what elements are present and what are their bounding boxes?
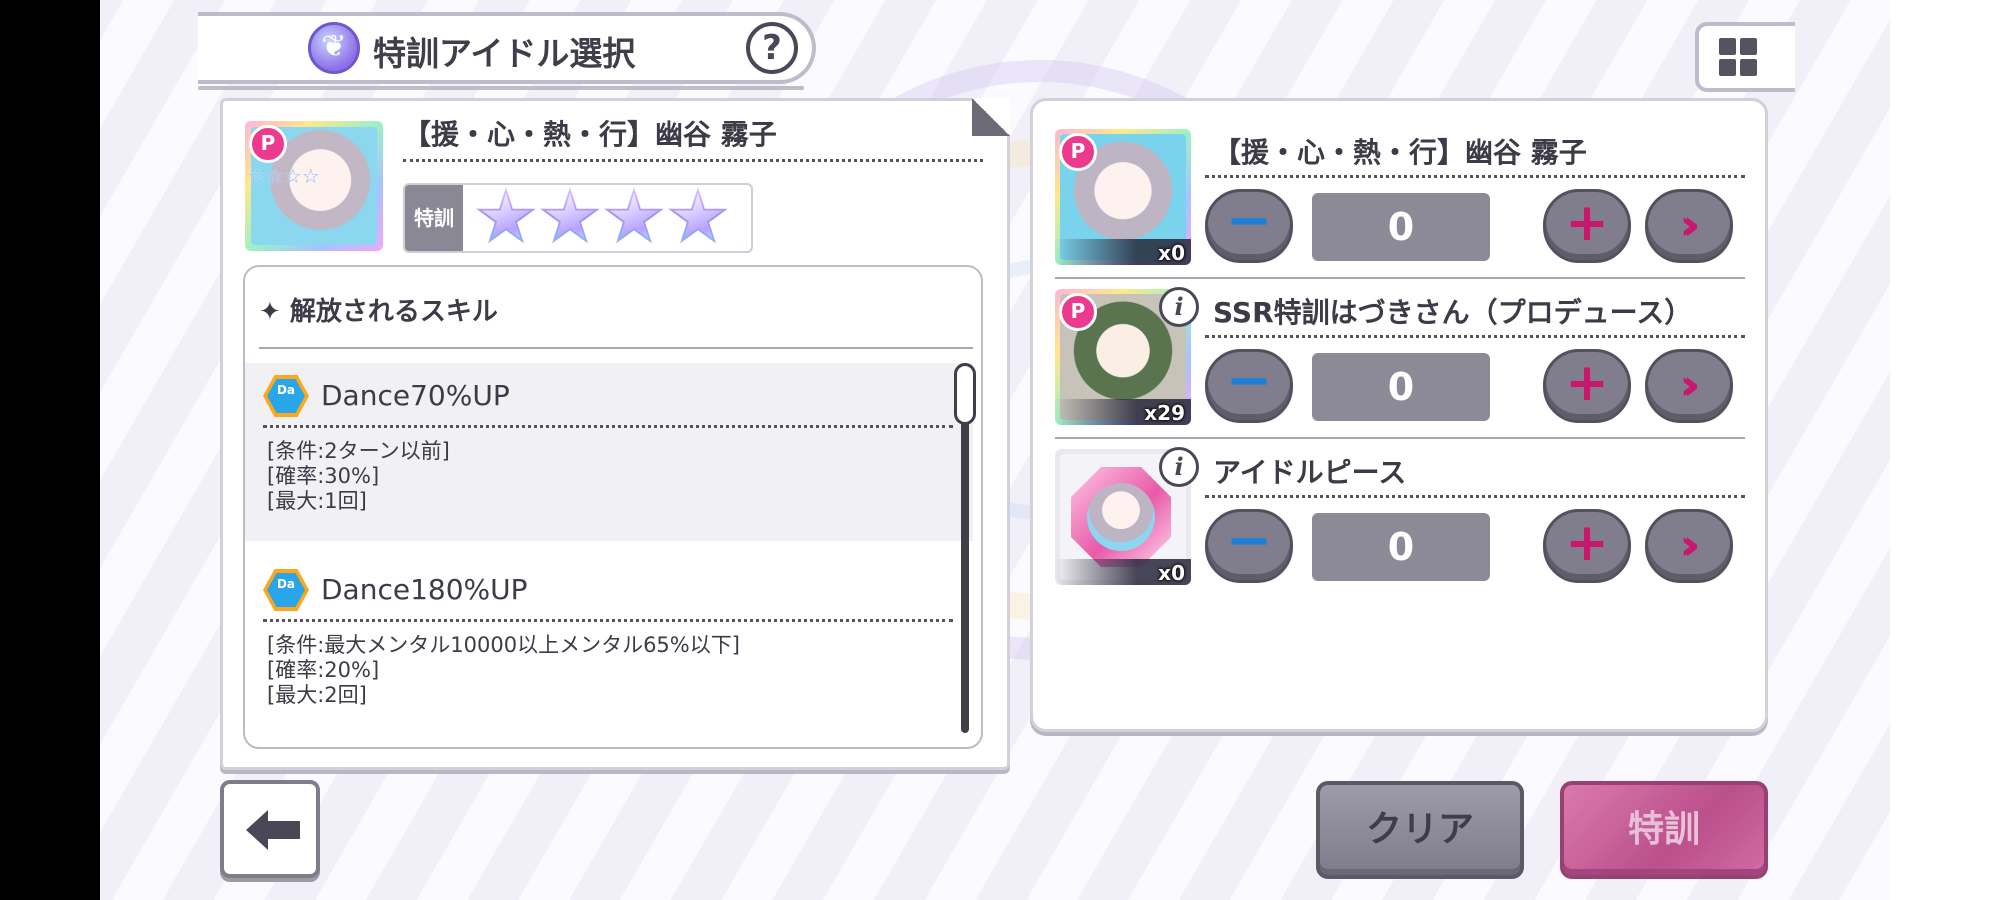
skill-max-uses: [最大:2回] — [267, 683, 367, 707]
training-star-icon — [604, 187, 664, 244]
increase-button[interactable]: + — [1543, 509, 1631, 583]
info-icon[interactable]: i — [1159, 447, 1199, 487]
produce-badge: P — [249, 125, 287, 163]
minus-icon: − — [1225, 348, 1273, 413]
training-star-icon — [540, 187, 600, 244]
decrease-button[interactable]: − — [1205, 189, 1293, 263]
help-button[interactable]: ? — [746, 22, 798, 74]
material-name: SSR特訓はづきさん（プロデュース） — [1213, 296, 1693, 329]
skill-name: Dance70%UP — [321, 379, 510, 412]
training-rank-box: 特訓 — [403, 183, 753, 253]
back-button[interactable] — [220, 780, 320, 878]
unlocked-skills-box: ✦ 解放されるスキル Dance70%UP [条件:2ターン以前] [確率:30… — [243, 265, 983, 749]
material-row: x0 i アイドルピース − 0 + ›› — [1055, 447, 1745, 591]
back-arrow-icon — [246, 810, 300, 850]
skills-scrollbar-thumb[interactable] — [954, 363, 976, 425]
produce-badge: P — [1059, 133, 1097, 171]
screen: ❦ 特訓アイドル選択 ? P ☆☆☆☆ 【援・心・熱・行】幽谷 霧子 特訓 — [0, 0, 2000, 900]
divider — [1055, 277, 1745, 279]
dance-up-icon — [263, 375, 309, 417]
increase-button[interactable]: + — [1543, 349, 1631, 423]
selected-card-name: 【援・心・熱・行】幽谷 霧子 — [403, 118, 777, 151]
skill-condition: [条件:最大メンタル10000以上メンタル65%以下] — [267, 633, 740, 657]
material-name: アイドルピース — [1213, 456, 1407, 489]
divider — [1205, 495, 1745, 498]
rarity-stars: ☆☆☆☆ — [248, 165, 320, 187]
game-area: ❦ 特訓アイドル選択 ? P ☆☆☆☆ 【援・心・熱・行】幽谷 霧子 特訓 — [100, 0, 1890, 900]
max-button[interactable]: ›› — [1645, 189, 1733, 263]
info-icon[interactable]: i — [1159, 287, 1199, 327]
skills-header: ✦ 解放されるスキル — [259, 297, 498, 327]
screen-right-margin — [1890, 0, 2000, 900]
training-star-icon — [668, 187, 728, 244]
skill-condition: [条件:2ターン以前] — [267, 439, 450, 463]
double-chevron-right-icon: ›› — [1679, 360, 1701, 409]
training-label: 特訓 — [405, 185, 463, 251]
title-bar: ❦ 特訓アイドル選択 ? — [198, 12, 816, 90]
skill-max-uses: [最大:1回] — [267, 489, 367, 513]
divider — [259, 347, 973, 349]
grid-view-button[interactable] — [1695, 22, 1795, 92]
materials-panel: P x0 【援・心・熱・行】幽谷 霧子 − 0 + ›› P x29 i SSR… — [1030, 98, 1768, 732]
clear-button[interactable]: クリア — [1316, 781, 1524, 879]
idol-piece-icon — [1071, 467, 1171, 567]
plus-icon: + — [1565, 353, 1609, 413]
max-button[interactable]: ›› — [1645, 349, 1733, 423]
skill-probability: [確率:30%] — [267, 464, 380, 488]
plus-icon: + — [1565, 513, 1609, 573]
minus-icon: − — [1225, 508, 1273, 573]
decrease-button[interactable]: − — [1205, 509, 1293, 583]
quantity-field: 0 — [1312, 353, 1490, 421]
training-star-icon — [476, 187, 536, 244]
dance-up-icon — [263, 569, 309, 611]
train-button[interactable]: 特訓 — [1560, 781, 1768, 879]
double-chevron-right-icon: ›› — [1679, 200, 1701, 249]
increase-button[interactable]: + — [1543, 189, 1631, 263]
divider — [263, 425, 953, 428]
divider — [1205, 335, 1745, 338]
minus-icon: − — [1225, 188, 1273, 253]
owned-count: x29 — [1144, 401, 1185, 425]
page-title: 特訓アイドル選択 — [373, 34, 636, 73]
skill-details: [条件:最大メンタル10000以上メンタル65%以下] [確率:20%] [最大… — [267, 633, 740, 708]
skill-probability: [確率:20%] — [267, 658, 380, 682]
skill-details: [条件:2ターン以前] [確率:30%] [最大:1回] — [267, 439, 450, 514]
selected-idol-panel: P ☆☆☆☆ 【援・心・熱・行】幽谷 霧子 特訓 ✦ 解放されるスキル Danc… — [220, 98, 1010, 770]
feather-badge-icon: ❦ — [308, 22, 360, 74]
divider — [403, 159, 983, 162]
material-name: 【援・心・熱・行】幽谷 霧子 — [1213, 136, 1587, 169]
max-button[interactable]: ›› — [1645, 509, 1733, 583]
material-row: P x29 i SSR特訓はづきさん（プロデュース） − 0 + ›› — [1055, 287, 1745, 431]
quantity-field: 0 — [1312, 193, 1490, 261]
double-chevron-right-icon: ›› — [1679, 520, 1701, 569]
decrease-button[interactable]: − — [1205, 349, 1293, 423]
material-row: P x0 【援・心・熱・行】幽谷 霧子 − 0 + ›› — [1055, 129, 1745, 271]
divider — [1205, 175, 1745, 178]
owned-count: x0 — [1158, 241, 1185, 265]
produce-badge: P — [1059, 293, 1097, 331]
selected-card-thumbnail[interactable]: P ☆☆☆☆ — [245, 121, 383, 251]
skill-item: Dance180%UP [条件:最大メンタル10000以上メンタル65%以下] … — [245, 557, 973, 735]
grid-icon — [1719, 38, 1759, 78]
plus-icon: + — [1565, 193, 1609, 253]
skill-item: Dance70%UP [条件:2ターン以前] [確率:30%] [最大:1回] — [245, 363, 973, 541]
page-fold-corner — [972, 98, 1010, 136]
skill-name: Dance180%UP — [321, 573, 528, 606]
divider — [263, 619, 953, 622]
quantity-field: 0 — [1312, 513, 1490, 581]
material-thumbnail[interactable]: P x0 — [1055, 129, 1191, 265]
owned-count: x0 — [1158, 561, 1185, 585]
divider — [1055, 437, 1745, 439]
